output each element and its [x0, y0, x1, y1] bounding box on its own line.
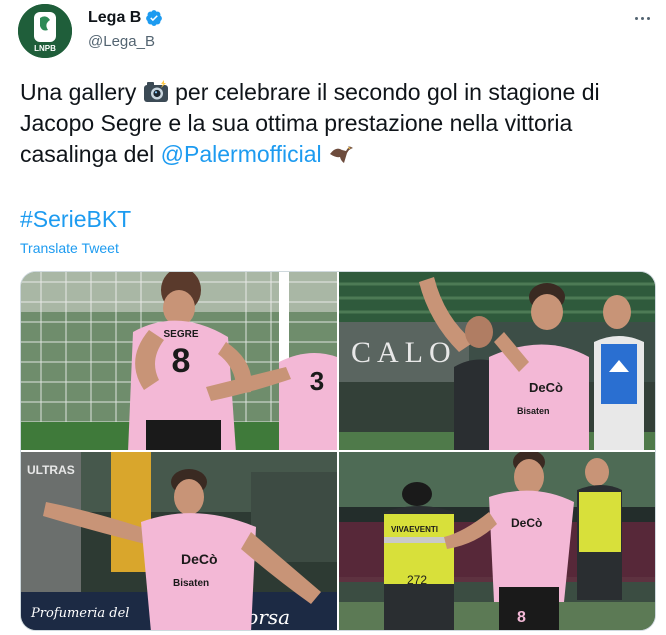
svg-text:DeCò: DeCò	[181, 551, 218, 567]
more-options-icon[interactable]	[628, 8, 656, 28]
svg-text:Bisaten: Bisaten	[517, 406, 550, 416]
tweet-text: Una gallery per celebrare il secondo gol…	[20, 77, 650, 170]
photo-gallery: SEGRE 8 3 CALO DeCò Bisaten ULTRAS Profu…	[20, 271, 656, 631]
tweet-text-part1: Una gallery	[20, 79, 137, 105]
svg-text:272: 272	[407, 573, 427, 587]
svg-text:DeCò: DeCò	[529, 380, 563, 395]
gallery-photo-1[interactable]: SEGRE 8 3	[21, 272, 337, 450]
svg-text:CALO: CALO	[351, 336, 457, 369]
author-name-row: Lega B	[88, 9, 163, 27]
translate-tweet-link[interactable]: Translate Tweet	[20, 240, 119, 256]
eagle-emoji	[328, 142, 354, 166]
lega-b-logo: LNPB	[18, 4, 72, 58]
svg-text:3: 3	[310, 366, 324, 396]
verified-badge-icon	[146, 10, 163, 26]
svg-text:LNPB: LNPB	[34, 44, 56, 53]
camera-with-flash-emoji	[143, 80, 169, 104]
svg-text:SEGRE: SEGRE	[163, 329, 198, 340]
svg-text:ULTRAS: ULTRAS	[27, 463, 75, 477]
mention-link[interactable]: @Palermofficial	[161, 141, 322, 167]
svg-text:Bisaten: Bisaten	[173, 578, 209, 589]
svg-text:8: 8	[517, 609, 526, 626]
gallery-photo-3[interactable]: ULTRAS Profumeria del Corsa DeCò Bisaten	[21, 452, 337, 630]
hashtag-link[interactable]: #SerieBKT	[20, 206, 131, 233]
svg-text:DeCò: DeCò	[511, 516, 542, 530]
svg-text:VIVAEVENTI: VIVAEVENTI	[391, 525, 438, 534]
avatar[interactable]: LNPB	[18, 4, 72, 58]
gallery-photo-2[interactable]: CALO DeCò Bisaten	[339, 272, 655, 450]
svg-text:Profumeria del: Profumeria del	[30, 606, 129, 621]
gallery-photo-4[interactable]: VIVAEVENTI 272 DeCò 8	[339, 452, 655, 630]
display-name[interactable]: Lega B	[88, 9, 141, 27]
author-handle[interactable]: @Lega_B	[88, 33, 155, 50]
svg-text:8: 8	[172, 342, 191, 380]
tweet-card: LNPB Lega B @Lega_B Una gallery per cele…	[0, 0, 666, 635]
